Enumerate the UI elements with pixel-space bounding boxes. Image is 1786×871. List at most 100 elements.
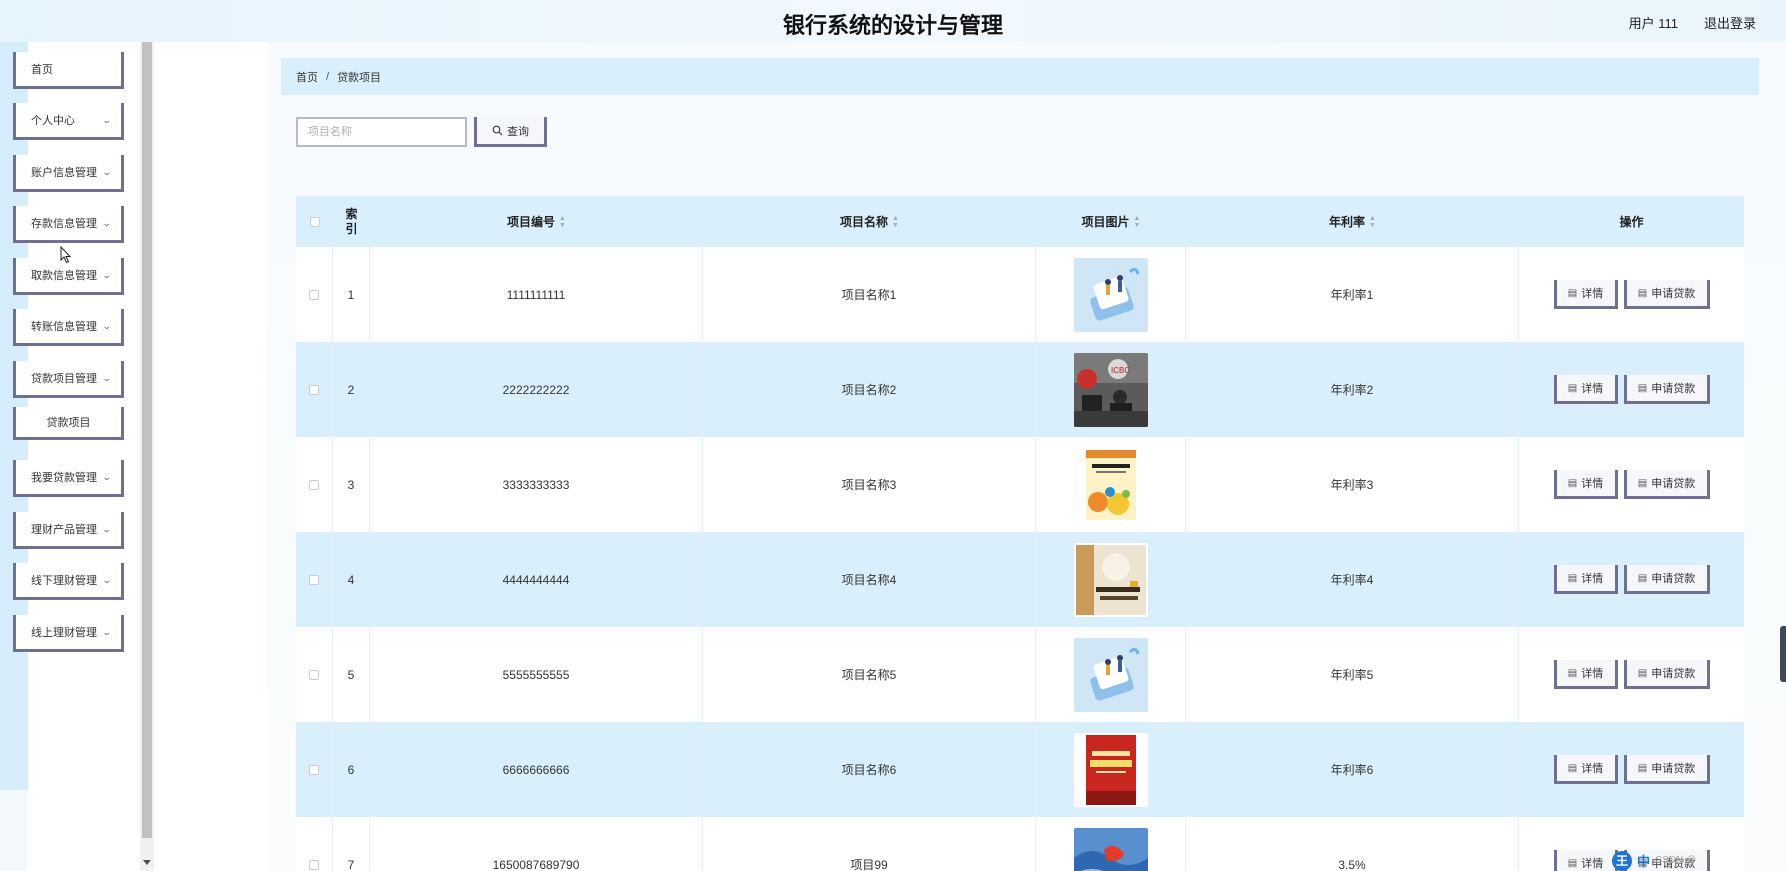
sort-icon[interactable]: ▲ ▼ (1369, 215, 1376, 229)
sidebar-item-personal-center[interactable]: 个人中心 ⌄ (13, 103, 124, 140)
book-cover-image-icon (1073, 542, 1148, 617)
app-title: 银行系统的设计与管理 (782, 14, 1003, 39)
row-select-cell (296, 627, 333, 722)
document-icon: ▤ (1567, 762, 1578, 774)
table-row[interactable]: 6 6666666666 项目名称6 年利率6 ▤ 详情 ▤ 申请贷款 (296, 722, 1744, 817)
row-checkbox[interactable] (309, 289, 319, 300)
detail-button[interactable]: ▤ 详情 (1553, 375, 1618, 404)
cell-index: 4 (333, 532, 370, 627)
bank-office-photo-icon: ICBC (1073, 352, 1148, 427)
apply-loan-button-label: 申请贷款 (1651, 288, 1696, 300)
detail-button-label: 详情 (1581, 478, 1604, 490)
cell-image[interactable] (1036, 817, 1186, 871)
sort-icon[interactable]: ▲ ▼ (559, 215, 566, 229)
sort-icon[interactable]: ▲ ▼ (892, 215, 899, 229)
table-row[interactable]: 1 1111111111 项目名称1 年利率1 ▤ 详情 ▤ 申请贷款 (296, 247, 1744, 342)
search-input[interactable] (296, 117, 467, 147)
column-header-code-label: 项目编号 (507, 215, 556, 229)
select-all-checkbox[interactable] (309, 216, 320, 227)
chevron-down-icon: ⌄ (102, 115, 113, 125)
cell-index: 7 (333, 817, 370, 871)
scrollbar-thumb[interactable] (142, 42, 152, 838)
row-checkbox[interactable] (309, 764, 319, 775)
cell-actions: ▤ 详情 ▤ 申请贷款 (1519, 247, 1744, 342)
detail-button[interactable]: ▤ 详情 (1553, 850, 1618, 871)
row-checkbox[interactable] (309, 669, 319, 680)
apply-loan-button[interactable]: ▤ 申请贷款 (1623, 660, 1710, 689)
cell-index: 1 (333, 247, 370, 342)
sidebar-item-online-wealth-mgmt[interactable]: 线上理财管理 ⌄ (13, 615, 124, 652)
row-checkbox[interactable] (309, 574, 319, 585)
row-checkbox[interactable] (309, 384, 319, 395)
sidebar-item-label: 理财产品管理 (31, 524, 97, 536)
row-checkbox[interactable] (309, 859, 319, 870)
sidebar-item-my-loan-mgmt[interactable]: 我要贷款管理 ⌄ (13, 460, 124, 497)
detail-button-label: 详情 (1581, 288, 1604, 300)
column-header-code[interactable]: 项目编号 ▲ ▼ (370, 196, 703, 247)
detail-button[interactable]: ▤ 详情 (1553, 660, 1618, 689)
ime-indicator[interactable]: 中 (1637, 851, 1650, 870)
app-badge-icon[interactable]: 王 (1612, 850, 1632, 871)
column-header-name-label: 项目名称 (840, 215, 889, 229)
document-icon: ▤ (1567, 857, 1578, 869)
table-row[interactable]: 4 4444444444 项目名称4 年利率4 ▤ 详情 ▤ 申请贷款 (296, 532, 1744, 627)
column-header-image-label: 项目图片 (1081, 215, 1130, 229)
column-header-actions: 操作 (1519, 196, 1744, 247)
cell-rate: 年利率4 (1186, 532, 1519, 627)
document-icon: ▤ (1637, 572, 1648, 584)
sidebar-item-deposit-info[interactable]: 存款信息管理 ⌄ (13, 206, 124, 243)
apply-loan-button[interactable]: ▤ 申请贷款 (1623, 755, 1710, 784)
sidebar-scrollbar[interactable] (140, 42, 154, 871)
detail-button[interactable]: ▤ 详情 (1553, 755, 1618, 784)
sort-icon[interactable]: ▲ ▼ (1134, 215, 1141, 229)
column-header-name[interactable]: 项目名称 ▲ ▼ (703, 196, 1036, 247)
scroll-down-arrow-icon[interactable] (143, 860, 151, 865)
sidebar-item-wealth-product-mgmt[interactable]: 理财产品管理 ⌄ (13, 512, 124, 549)
cell-image[interactable]: ICBC (1036, 342, 1186, 437)
column-header-index-label: 索引 (345, 206, 358, 236)
detail-button[interactable]: ▤ 详情 (1553, 280, 1618, 309)
cell-rate: 年利率3 (1186, 437, 1519, 532)
detail-button-label: 详情 (1581, 573, 1604, 585)
chevron-down-icon: ⌄ (102, 321, 113, 331)
apply-loan-button[interactable]: ▤ 申请贷款 (1623, 280, 1710, 309)
cell-image[interactable] (1036, 437, 1186, 532)
table-row[interactable]: 2 2222222222 项目名称2 ICBC 年利率2 ▤ 详情 ▤ 申请贷款 (296, 342, 1744, 437)
sidebar-item-account-info[interactable]: 账户信息管理 ⌄ (13, 155, 124, 192)
chevron-down-icon: ⌄ (102, 218, 113, 228)
side-widget-handle[interactable] (1780, 626, 1786, 682)
sidebar-item-loan-project-mgmt[interactable]: 贷款项目管理 ⌄ (13, 361, 124, 398)
sidebar-item-label: 取款信息管理 (31, 270, 97, 282)
sidebar-item-label: 贷款项目 (46, 417, 91, 429)
table-row[interactable]: 7 1650087689790 项目99 3.5% ▤ 详情 ▤ 申请贷款 (296, 817, 1744, 871)
document-icon: ▤ (1637, 762, 1648, 774)
cell-image[interactable] (1036, 247, 1186, 342)
chevron-down-icon: ⌄ (102, 575, 113, 585)
detail-button[interactable]: ▤ 详情 (1553, 565, 1618, 594)
cell-image[interactable] (1036, 722, 1186, 817)
cell-image[interactable] (1036, 532, 1186, 627)
detail-button[interactable]: ▤ 详情 (1553, 470, 1618, 499)
apply-loan-button[interactable]: ▤ 申请贷款 (1623, 565, 1710, 594)
book-cover-image-icon (1073, 447, 1148, 522)
search-button[interactable]: 查询 (474, 117, 547, 147)
sidebar-item-home[interactable]: 首页 (13, 52, 124, 89)
sidebar-item-offline-wealth-mgmt[interactable]: 线下理财管理 ⌄ (13, 563, 124, 600)
ocean-image-icon (1073, 827, 1148, 871)
detail-button-label: 详情 (1581, 763, 1604, 775)
row-checkbox[interactable] (309, 479, 319, 490)
logout-link[interactable]: 退出登录 (1704, 13, 1756, 32)
column-header-rate[interactable]: 年利率 ▲ ▼ (1186, 196, 1519, 247)
table-row[interactable]: 5 5555555555 项目名称5 年利率5 ▤ 详情 ▤ 申请贷款 (296, 627, 1744, 722)
column-header-image[interactable]: 项目图片 ▲ ▼ (1036, 196, 1186, 247)
breadcrumb-home[interactable]: 首页 (296, 69, 318, 85)
book-cover-image-icon (1073, 732, 1148, 807)
table-row[interactable]: 3 3333333333 项目名称3 年利率3 ▤ 详情 ▤ 申请贷款 (296, 437, 1744, 532)
sidebar-subitem-loan-project[interactable]: 贷款项目 (13, 407, 124, 440)
sidebar-item-label: 贷款项目管理 (31, 373, 97, 385)
sidebar-item-transfer-info[interactable]: 转账信息管理 ⌄ (13, 309, 124, 346)
document-icon: ▤ (1637, 477, 1648, 489)
apply-loan-button[interactable]: ▤ 申请贷款 (1623, 470, 1710, 499)
apply-loan-button[interactable]: ▤ 申请贷款 (1623, 375, 1710, 404)
cell-image[interactable] (1036, 627, 1186, 722)
